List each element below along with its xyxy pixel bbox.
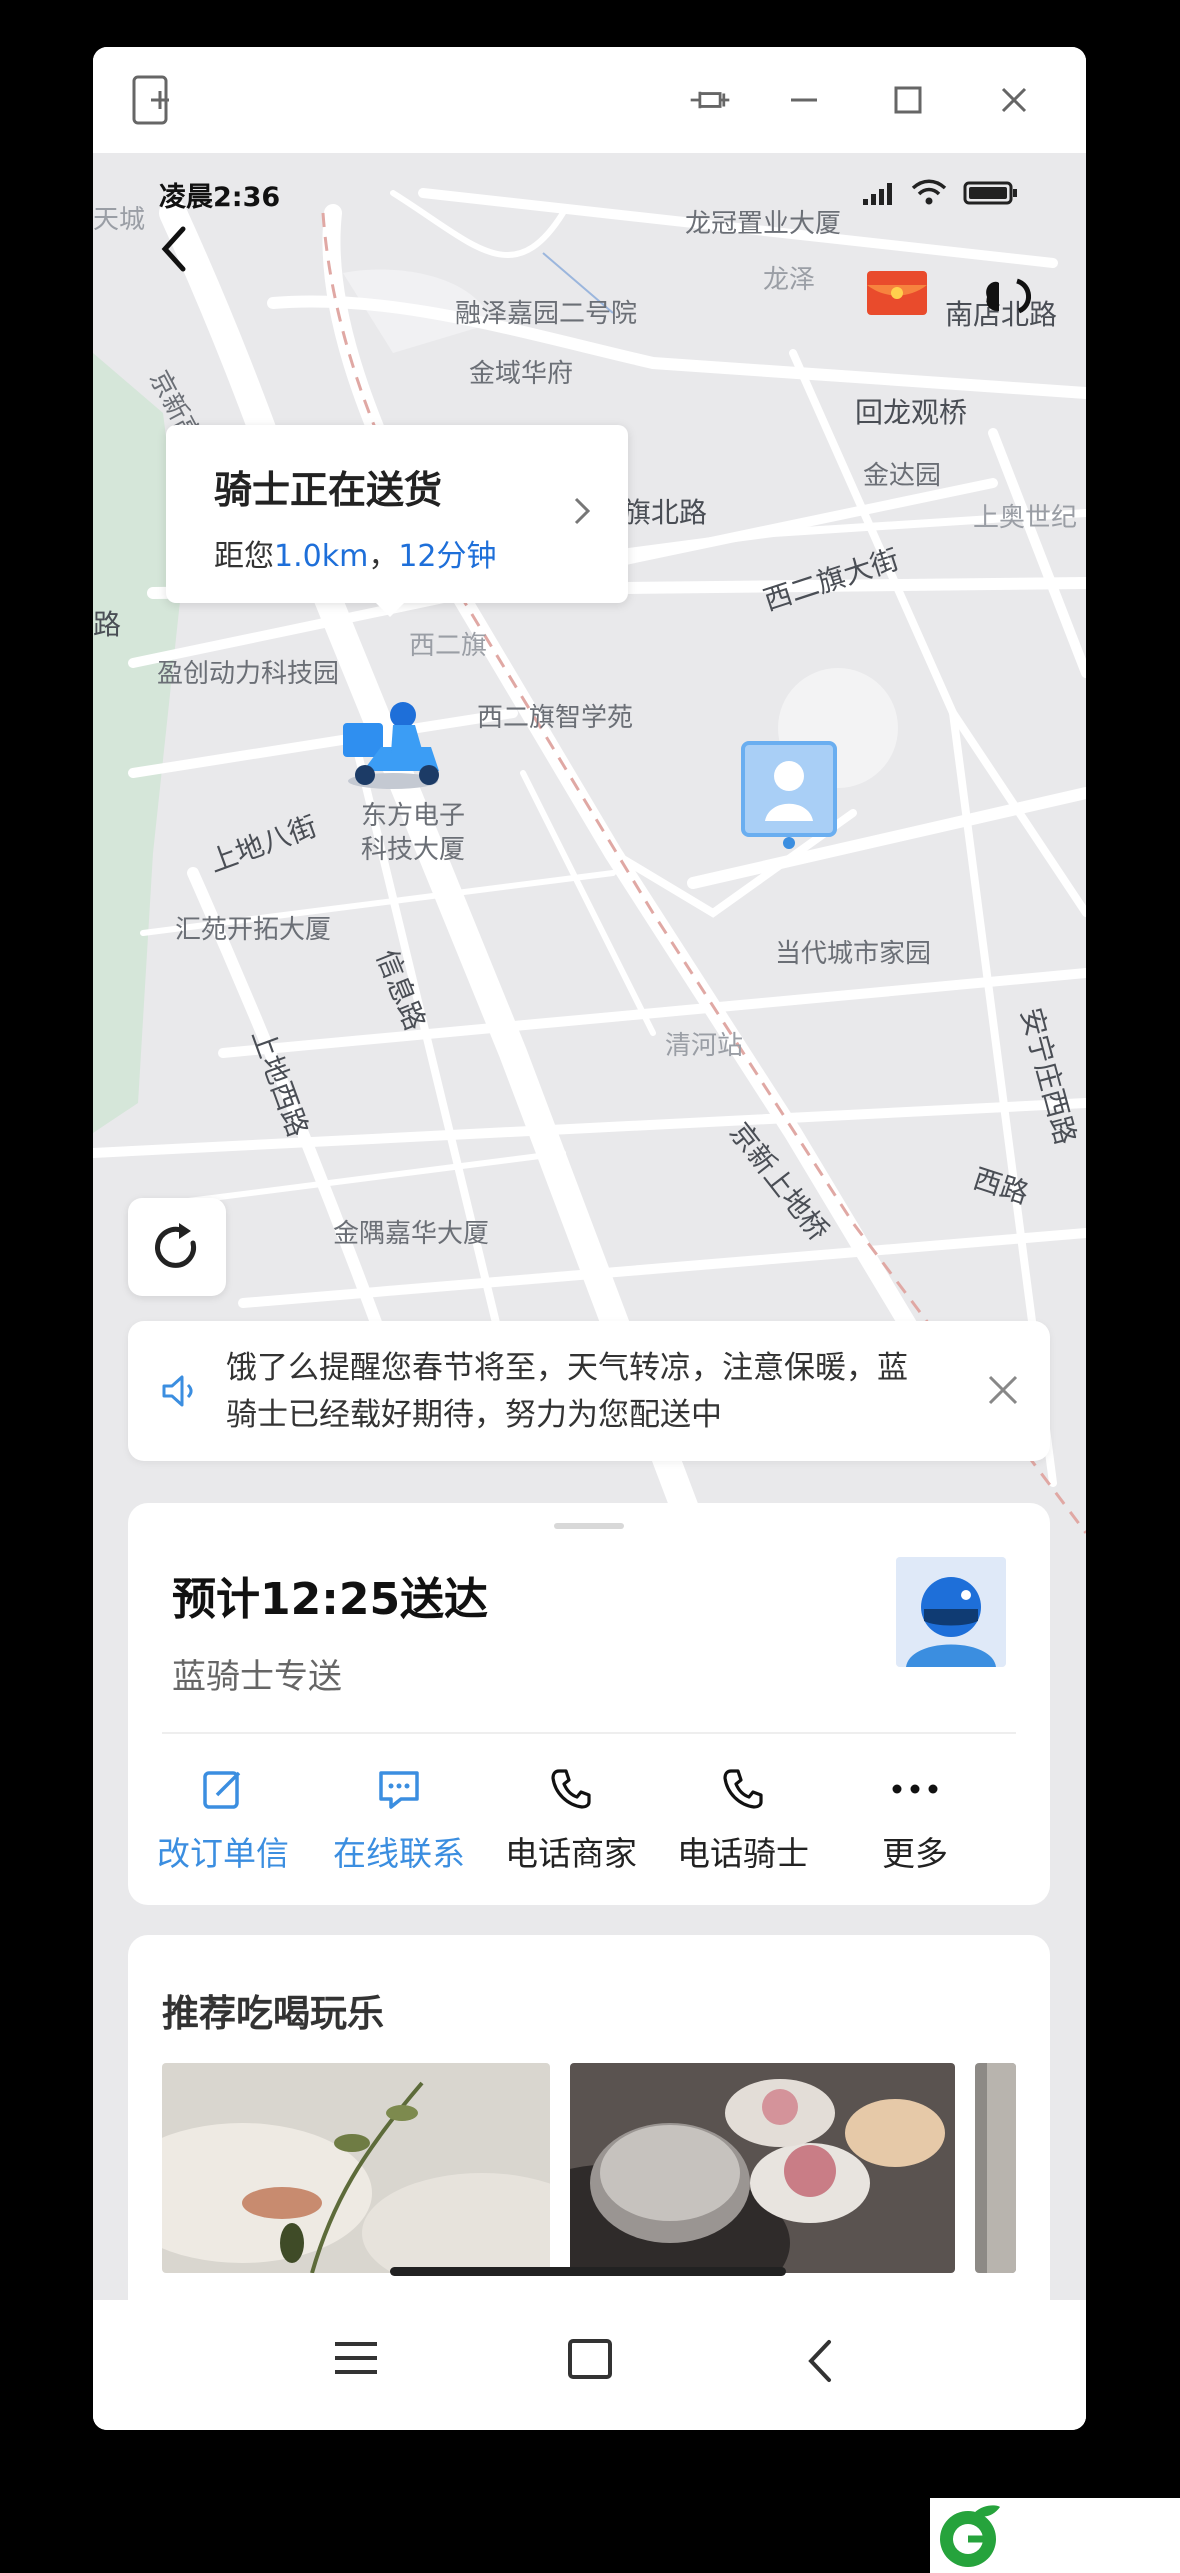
sheet-divider bbox=[162, 1732, 1016, 1734]
recommend-image-3[interactable] bbox=[975, 2063, 1016, 2273]
sheet-handle[interactable] bbox=[554, 1523, 624, 1529]
map-label-road-left: 路 bbox=[93, 608, 122, 641]
rider-status-card[interactable]: 骑士正在送货 距您1.0km，12分钟 bbox=[166, 425, 628, 617]
nav-back-icon[interactable] bbox=[805, 2338, 835, 2388]
map-label-dangdai: 当代城市家园 bbox=[775, 939, 932, 969]
close-icon[interactable] bbox=[986, 1373, 1020, 1411]
map-label-jinda: 金达园 bbox=[863, 461, 942, 491]
map-label-huilong: 回龙观桥 bbox=[855, 396, 968, 429]
close-window-icon[interactable] bbox=[991, 77, 1037, 123]
map-label-longze: 龙泽 bbox=[763, 265, 816, 295]
chat-icon bbox=[314, 1759, 484, 1819]
map-label-jinyu: 金域华府 bbox=[469, 359, 574, 389]
chevron-right-icon bbox=[572, 495, 592, 531]
more-button[interactable]: 更多 bbox=[830, 1759, 1000, 1879]
edit-icon bbox=[138, 1759, 308, 1819]
rider-minutes-value: 12分钟 bbox=[398, 539, 497, 574]
phone-icon bbox=[658, 1759, 828, 1819]
online-contact-label: 在线联系 bbox=[333, 1834, 465, 1873]
recommend-title: 推荐吃喝玩乐 bbox=[162, 1992, 384, 2035]
rider-distance-sep: ， bbox=[368, 539, 399, 574]
eta-title: 预计12:25送达 bbox=[172, 1574, 489, 1625]
map-label-shangao: 上奥世纪 bbox=[973, 503, 1078, 533]
app-window: 天城 京新高速 龙冠置业大厦 龙泽 南店北路 融泽嘉园二号院 金域华府 回龙观桥… bbox=[93, 47, 1086, 2430]
new-window-icon[interactable] bbox=[129, 75, 175, 125]
refresh-button[interactable] bbox=[128, 1198, 226, 1296]
map-label-jinyu-jiahua: 金隅嘉华大厦 bbox=[333, 1219, 490, 1249]
back-button[interactable] bbox=[153, 221, 203, 281]
phone-screen: 天城 京新高速 龙冠置业大厦 龙泽 南店北路 融泽嘉园二号院 金域华府 回龙观桥… bbox=[93, 153, 1086, 2430]
notice-text: 饿了么提醒您春节将至，天气转凉，注意保暖，蓝骑士已经载好期待，努力为您配送中 bbox=[226, 1350, 908, 1433]
speaker-icon bbox=[158, 1371, 198, 1415]
map-label-qinghe: 清河站 bbox=[665, 1031, 744, 1061]
phone-icon bbox=[486, 1759, 656, 1819]
edit-order-button[interactable]: 改订单信 bbox=[138, 1759, 308, 1879]
home-square-icon[interactable] bbox=[567, 2338, 613, 2384]
call-rider-label: 电话骑士 bbox=[677, 1834, 809, 1873]
more-label: 更多 bbox=[882, 1834, 948, 1873]
map-label-xierqi: 西二旗 bbox=[409, 631, 488, 661]
red-packet-icon[interactable] bbox=[865, 269, 929, 321]
map-label-yingchuang: 盈创动力科技园 bbox=[157, 659, 340, 689]
map-label-huiyuan: 汇苑开拓大厦 bbox=[175, 915, 332, 945]
battery-icon bbox=[963, 179, 1021, 211]
rider-distance-text: 距您1.0km，12分钟 bbox=[214, 531, 497, 575]
rider-avatar[interactable] bbox=[896, 1557, 1006, 1667]
watermark-logo bbox=[930, 2498, 1180, 2573]
map-label-zhixueyuan: 西二旗智学苑 bbox=[477, 703, 634, 733]
recommend-image-1[interactable] bbox=[162, 2063, 550, 2273]
more-icon bbox=[830, 1759, 1000, 1819]
menu-icon[interactable] bbox=[333, 2338, 379, 2382]
wifi-icon bbox=[909, 177, 949, 211]
status-bar: 凌晨2:36 bbox=[93, 153, 1086, 233]
refresh-icon bbox=[155, 1223, 197, 1268]
map-label-qi-north: 旗北路 bbox=[623, 496, 708, 529]
edit-order-label: 改订单信 bbox=[157, 1834, 289, 1873]
share-icon[interactable] bbox=[973, 267, 1043, 325]
leaf-logo-icon bbox=[940, 2505, 1000, 2567]
rider-distance-prefix: 距您 bbox=[214, 539, 274, 574]
maximize-icon[interactable] bbox=[885, 77, 931, 123]
delivery-type: 蓝骑士专送 bbox=[172, 1657, 342, 1697]
status-time: 凌晨2:36 bbox=[159, 182, 281, 213]
map-label-dongfang-2: 科技大厦 bbox=[361, 835, 466, 865]
pin-icon[interactable] bbox=[687, 77, 733, 123]
recommend-image-2[interactable] bbox=[570, 2063, 955, 2273]
home-indicator[interactable] bbox=[390, 2267, 786, 2276]
map-label-dongfang-1: 东方电子 bbox=[361, 801, 466, 831]
map-label-ronzejiayuan: 融泽嘉园二号院 bbox=[455, 299, 638, 329]
window-titlebar bbox=[93, 47, 1086, 153]
rider-status-title: 骑士正在送货 bbox=[214, 468, 443, 512]
rider-distance-value: 1.0km bbox=[274, 539, 369, 574]
call-merchant-label: 电话商家 bbox=[505, 1834, 637, 1873]
online-contact-button[interactable]: 在线联系 bbox=[314, 1759, 484, 1879]
minimize-icon[interactable] bbox=[781, 77, 827, 123]
call-rider-button[interactable]: 电话骑士 bbox=[658, 1759, 828, 1879]
call-merchant-button[interactable]: 电话商家 bbox=[486, 1759, 656, 1879]
notice-banner: 饿了么提醒您春节将至，天气转凉，注意保暖，蓝骑士已经载好期待，努力为您配送中 bbox=[128, 1321, 1050, 1461]
signal-icon bbox=[861, 179, 901, 211]
delivery-sheet: 预计12:25送达 蓝骑士专送 改订单信 在线联系 电话商家 电话骑士 更多 bbox=[128, 1503, 1050, 1905]
